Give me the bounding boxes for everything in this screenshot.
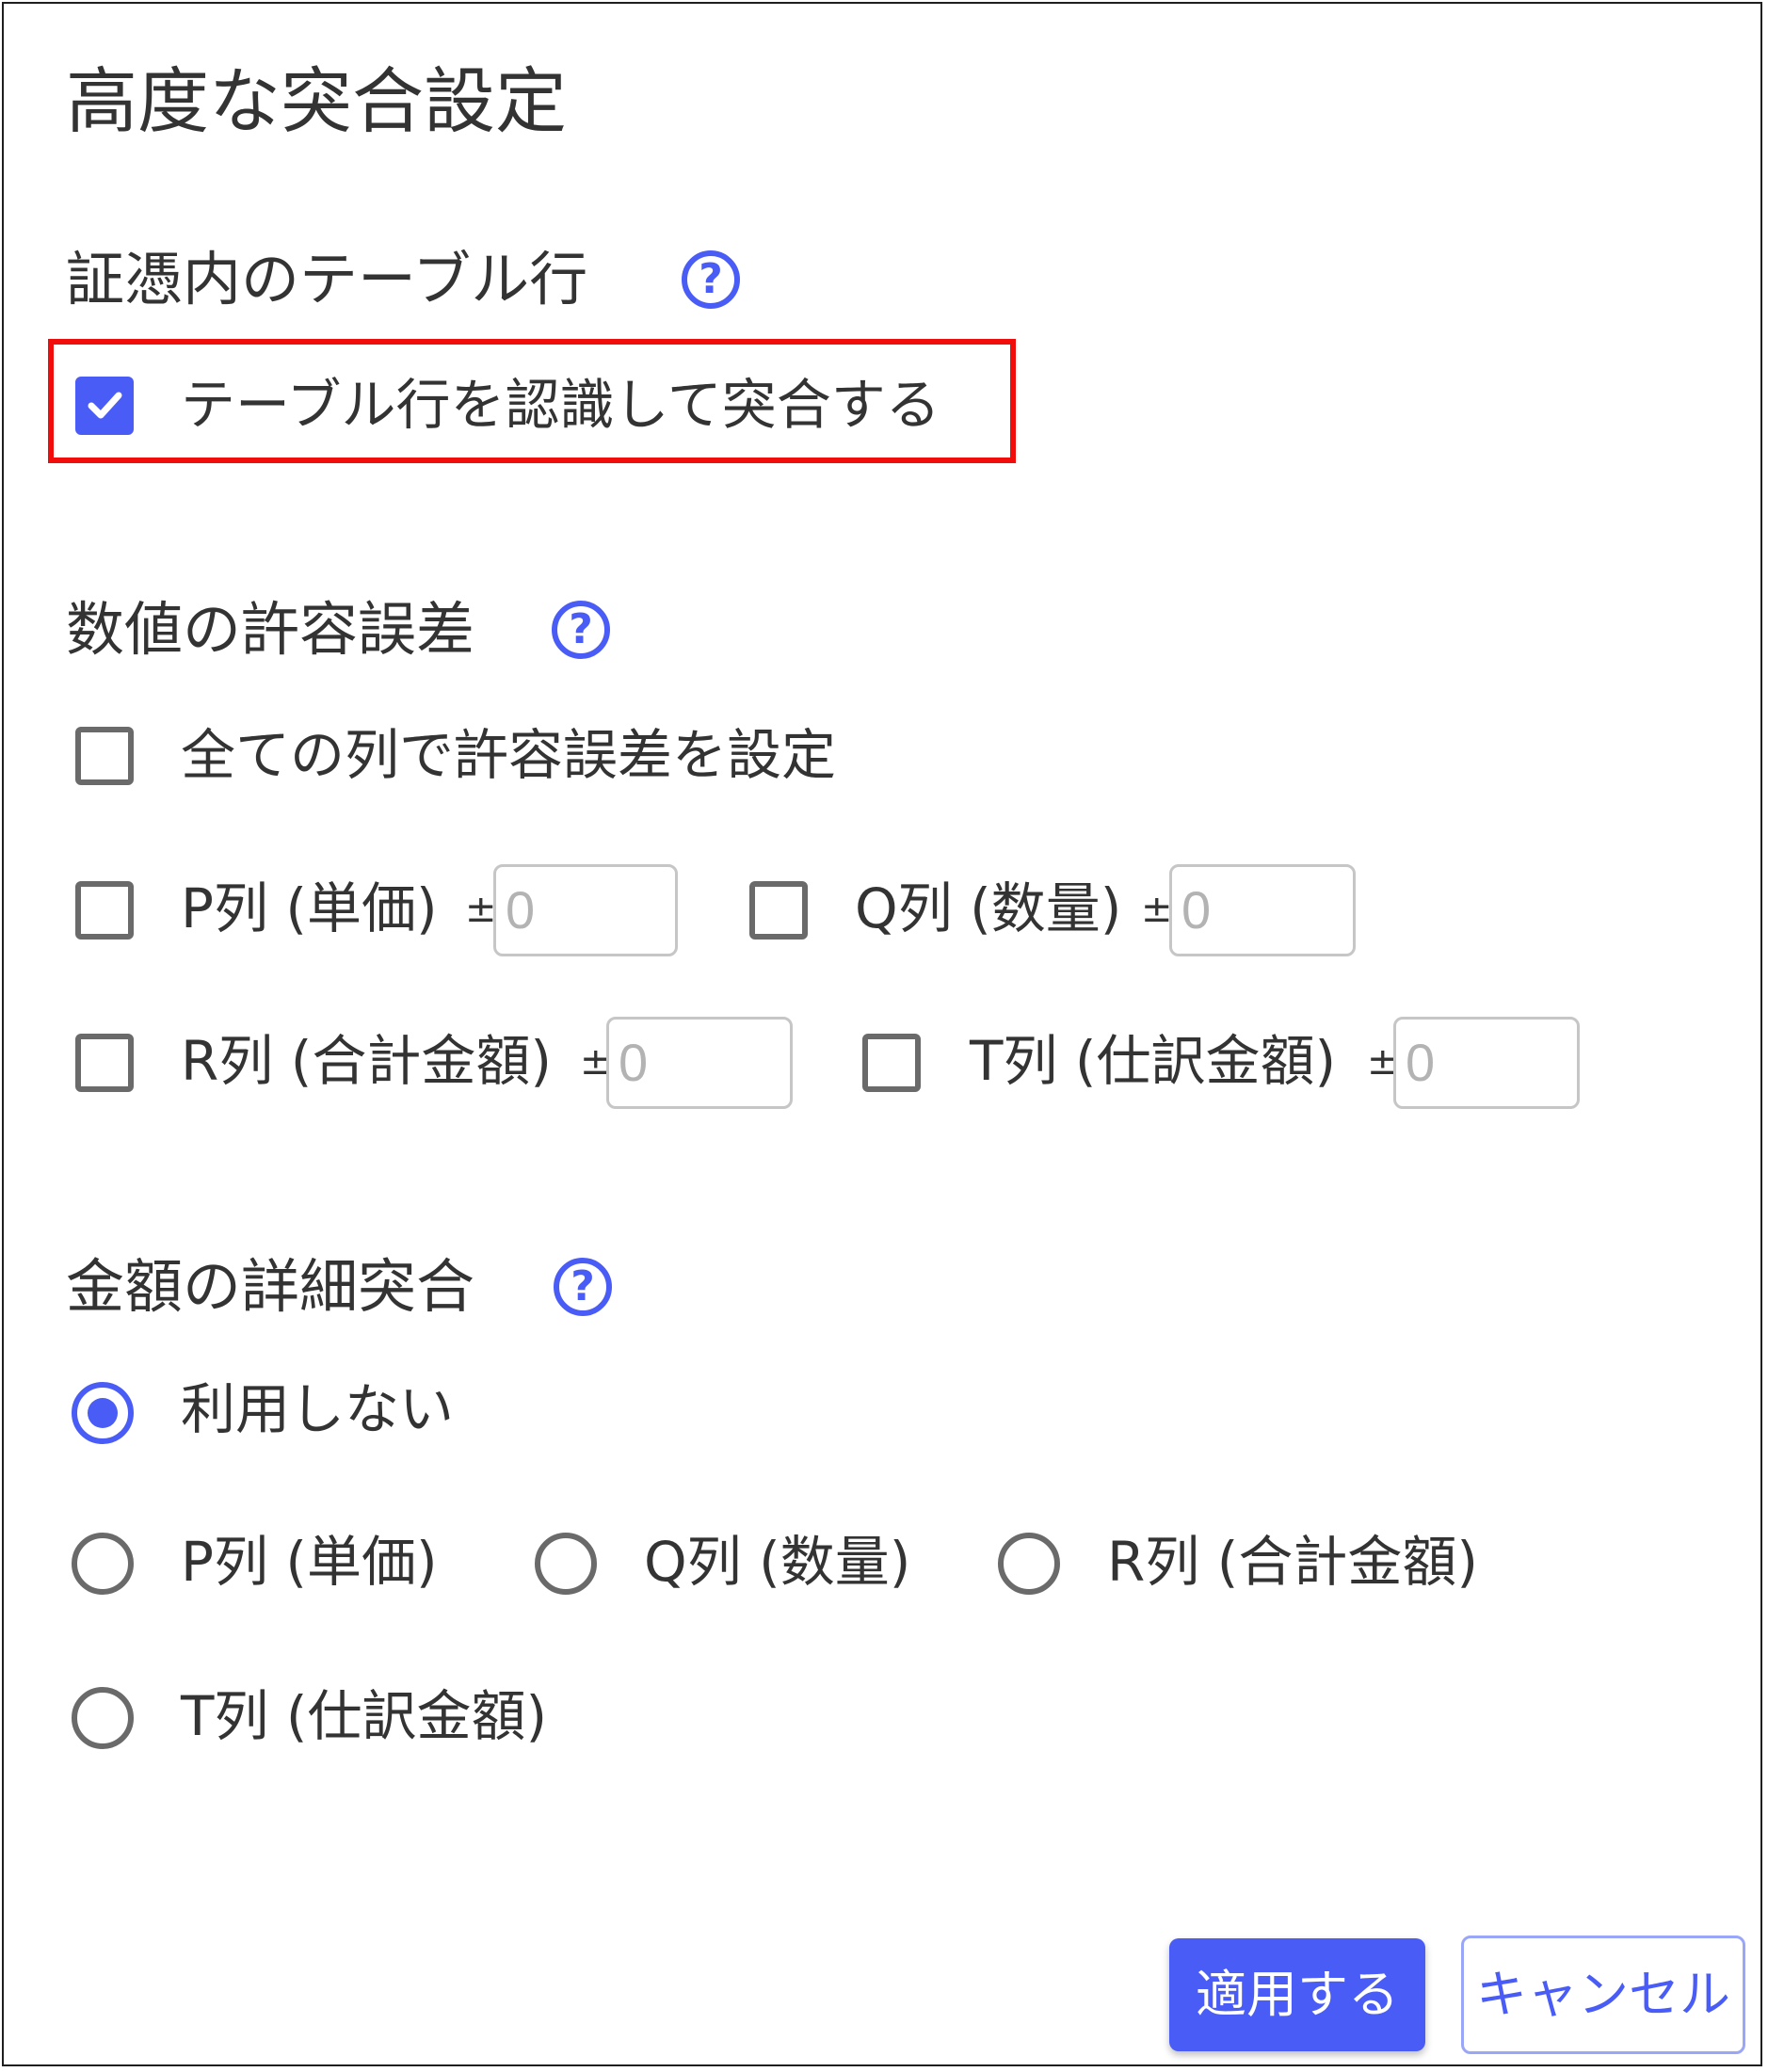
radio-t-column-label[interactable]: T列 (仕訳金額) xyxy=(181,1683,547,1749)
apply-button[interactable]: 適用する xyxy=(1169,1938,1425,2051)
q-column-tolerance-label[interactable]: Q列 (数量) xyxy=(855,875,1121,941)
q-column-tolerance-checkbox[interactable] xyxy=(749,881,808,940)
question-circle-icon[interactable]: ? xyxy=(682,250,740,309)
t-column-tolerance-input[interactable]: 0 xyxy=(1393,1017,1580,1109)
amount-detail-section-title: 金額の詳細突合 xyxy=(66,1252,475,1321)
p-column-tolerance-label[interactable]: P列 (単価) xyxy=(181,875,438,941)
t-column-tolerance-label[interactable]: T列 (仕訳金額) xyxy=(970,1028,1336,1094)
cancel-button[interactable]: キャンセル xyxy=(1461,1935,1745,2054)
all-columns-tolerance-label[interactable]: 全ての列で許容誤差を設定 xyxy=(181,722,836,788)
t-column-tolerance-checkbox[interactable] xyxy=(862,1034,921,1092)
r-column-tolerance-input[interactable]: 0 xyxy=(606,1017,793,1109)
radio-r-column-label[interactable]: R列 (合計金額) xyxy=(1107,1529,1478,1595)
r-column-tolerance-checkbox[interactable] xyxy=(75,1034,134,1092)
plus-minus-sign: ± xyxy=(465,888,497,931)
question-circle-icon[interactable]: ? xyxy=(554,1258,612,1316)
table-rows-section-title: 証憑内のテーブル行 xyxy=(66,245,588,313)
p-column-tolerance-input[interactable]: 0 xyxy=(493,864,678,956)
radio-q-column-label[interactable]: Q列 (数量) xyxy=(644,1529,910,1595)
radio-p-column[interactable] xyxy=(72,1533,134,1595)
radio-none[interactable] xyxy=(72,1382,134,1444)
tolerance-section-title: 数値の許容誤差 xyxy=(66,595,475,664)
table-rows-checkbox[interactable] xyxy=(75,377,134,435)
radio-r-column[interactable] xyxy=(998,1533,1060,1595)
advanced-matching-dialog: 高度な突合設定 証憑内のテーブル行 ? テーブル行を認識して突合する 数値の許容… xyxy=(2,2,1762,2066)
plus-minus-sign: ± xyxy=(1141,888,1173,931)
radio-q-column[interactable] xyxy=(535,1533,597,1595)
question-circle-icon[interactable]: ? xyxy=(552,601,610,659)
radio-none-label[interactable]: 利用しない xyxy=(181,1376,454,1442)
checkmark-icon xyxy=(88,392,122,419)
dialog-title: 高度な突合設定 xyxy=(66,59,567,143)
table-rows-checkbox-label[interactable]: テーブル行を認識して突合する xyxy=(181,372,940,438)
q-column-tolerance-input[interactable]: 0 xyxy=(1169,864,1356,956)
p-column-tolerance-checkbox[interactable] xyxy=(75,881,134,940)
all-columns-tolerance-checkbox[interactable] xyxy=(75,727,134,785)
radio-t-column[interactable] xyxy=(72,1687,134,1749)
radio-p-column-label[interactable]: P列 (単価) xyxy=(181,1529,438,1595)
r-column-tolerance-label[interactable]: R列 (合計金額) xyxy=(181,1028,552,1094)
